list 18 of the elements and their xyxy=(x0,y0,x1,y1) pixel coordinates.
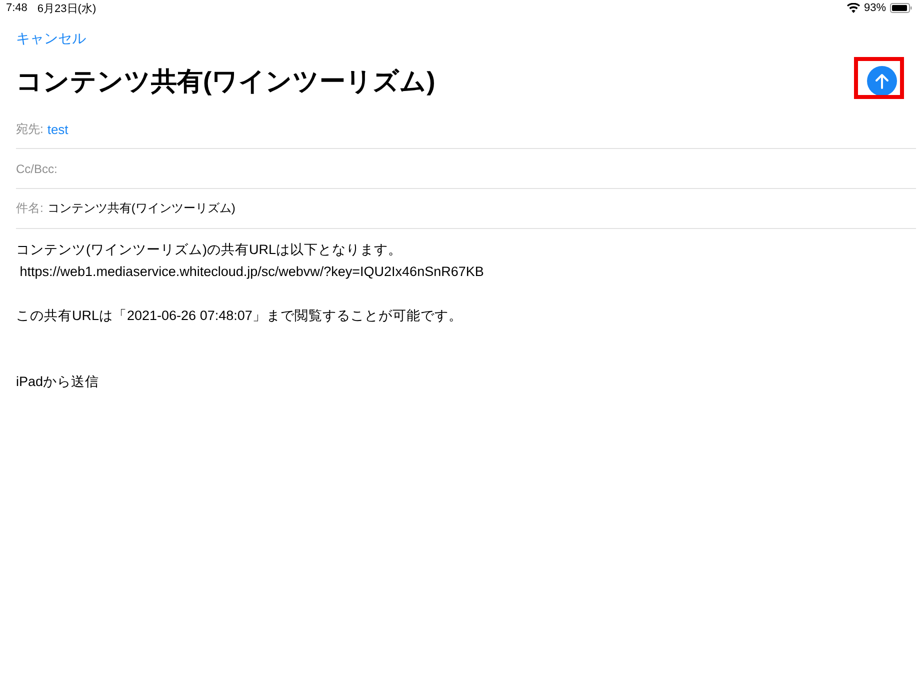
status-time: 7:48 xyxy=(6,2,28,14)
cancel-button[interactable]: キャンセル xyxy=(16,30,86,48)
send-button[interactable] xyxy=(867,66,897,96)
field-label: Cc/Bcc: xyxy=(16,162,58,176)
mail-title: コンテンツ共有(ワインツーリズム) xyxy=(16,64,436,98)
battery-percent: 93% xyxy=(864,2,886,14)
status-date: 6月23日(水) xyxy=(37,2,96,16)
field-label: 宛先: xyxy=(16,120,44,138)
arrow-up-icon xyxy=(875,73,889,89)
field-label: 件名: xyxy=(16,200,44,217)
recipient-name[interactable]: test xyxy=(47,122,68,136)
body-text: コンテンツ(ワインツーリズム)の共有URLは以下となります。 xyxy=(16,241,403,259)
body-text: iPadから送信 xyxy=(16,373,100,391)
body-text: https://web1.mediaservice.whitecloud.jp/sc/webvw/?key=IQU2Ix46nSnR67KB xyxy=(18,263,485,281)
wifi-icon xyxy=(846,3,860,13)
body-text: この共有URLは「2021-06-26 07:48:07」まで閲覧することが可能です。 xyxy=(16,307,464,325)
subject-text: コンテンツ共有(ワインツーリズム) xyxy=(47,200,236,217)
battery-icon xyxy=(890,3,912,13)
